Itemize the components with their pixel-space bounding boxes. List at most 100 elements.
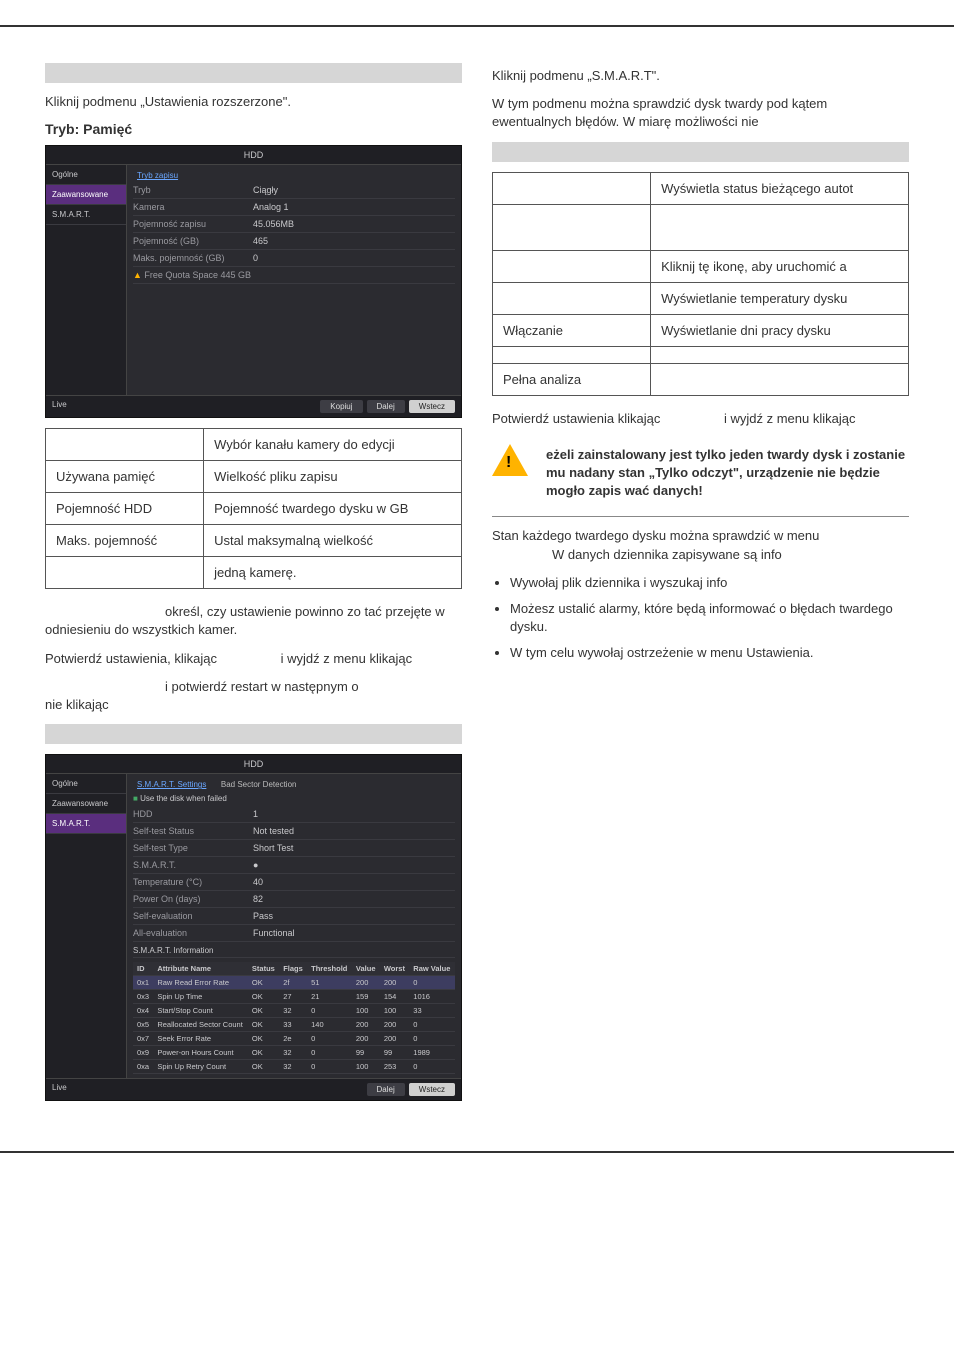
smart-header: Value — [352, 962, 380, 976]
smart-cell: 0 — [409, 976, 455, 990]
smart-cell: Spin Up Time — [153, 990, 248, 1004]
smart-cell: OK — [248, 990, 279, 1004]
smart-header: Raw Value — [409, 962, 455, 976]
smart-row[interactable]: 0x9Power-on Hours CountOK32099991989 — [133, 1046, 455, 1060]
redacted-bar — [45, 63, 462, 83]
ss2-i6l: Self-evaluation — [133, 911, 253, 921]
smart-cell: 0 — [409, 1060, 455, 1074]
t1-r1-l: Używana pamięć — [46, 461, 204, 493]
smart-cell: Spin Up Retry Count — [153, 1060, 248, 1074]
ss2-i5v: 82 — [253, 894, 455, 904]
ss2-tab-smart[interactable]: S.M.A.R.T. Settings — [133, 778, 210, 791]
left-p2: Potwierdź ustawienia, klikając i wyjdź z… — [45, 650, 462, 668]
smart-header: Worst — [380, 962, 409, 976]
smart-row[interactable]: 0x5Reallocated Sector CountOK33140200200… — [133, 1018, 455, 1032]
smart-cell: 200 — [380, 976, 409, 990]
smart-cell: 200 — [352, 1032, 380, 1046]
ss1-side-zaawansowane[interactable]: Zaawansowane — [46, 185, 126, 205]
rt-r1-v — [651, 204, 909, 250]
smart-header: Status — [248, 962, 279, 976]
rt-r4-l: Włączanie — [493, 314, 651, 346]
smart-cell: 159 — [352, 990, 380, 1004]
ss1-row4-v[interactable]: 0 — [253, 253, 455, 263]
smart-cell: OK — [248, 1046, 279, 1060]
left-p2a: Potwierdź ustawienia, klikając — [45, 651, 217, 666]
ss2-tab-badsector[interactable]: Bad Sector Detection — [213, 780, 297, 789]
ss1-row1-v[interactable]: Analog 1 — [253, 202, 455, 212]
smart-cell: 0 — [409, 1032, 455, 1046]
right-p1b: i wyjdź z menu klikając — [664, 411, 856, 426]
ss2-i3l: S.M.A.R.T. — [133, 860, 253, 870]
ss2-i3v[interactable]: ● — [253, 860, 455, 870]
left-p2b: i wyjdź z menu klikając — [221, 651, 413, 666]
rt-r3-l — [493, 282, 651, 314]
ss1-row0-v[interactable]: Ciągły — [253, 185, 455, 195]
ss1-live[interactable]: Live — [52, 400, 67, 413]
t1-r2-l: Pojemność HDD — [46, 493, 204, 525]
ss2-side-smart[interactable]: S.M.A.R.T. — [46, 814, 126, 834]
smart-header: Threshold — [307, 962, 352, 976]
right-bul3: W tym celu wywołaj ostrzeżenie w menu Us… — [510, 644, 909, 662]
smart-cell: 99 — [380, 1046, 409, 1060]
smart-cell: 140 — [307, 1018, 352, 1032]
ss2-i2v[interactable]: Short Test — [253, 843, 455, 853]
ss2-btn-dalej[interactable]: Dalej — [367, 1083, 405, 1096]
smart-cell: 1989 — [409, 1046, 455, 1060]
smart-row[interactable]: 0x3Spin Up TimeOK27211591541016 — [133, 990, 455, 1004]
t1-r0-v: Wybór kanału kamery do edycji — [204, 429, 462, 461]
warning-text: eżeli zainstalowany jest tylko jeden twa… — [540, 444, 909, 501]
right-p1: Potwierdź ustawienia klikając i wyjdź z … — [492, 410, 909, 428]
left-intro: Kliknij podmenu „Ustawienia rozszerzone"… — [45, 93, 462, 111]
smart-cell: 0 — [307, 1046, 352, 1060]
smart-params-table: Wyświetla status bieżącego autot Kliknij… — [492, 172, 909, 396]
smart-cell: 2e — [279, 1032, 307, 1046]
warning-box: eżeli zainstalowany jest tylko jeden twa… — [492, 444, 909, 501]
smart-cell: Start/Stop Count — [153, 1004, 248, 1018]
smart-row[interactable]: 0x4Start/Stop CountOK32010010033 — [133, 1004, 455, 1018]
smart-cell: 0xa — [133, 1060, 153, 1074]
smart-screenshot: HDD Ogólne Zaawansowane S.M.A.R.T. S.M.A… — [45, 754, 462, 1101]
ss2-i0v[interactable]: 1 — [253, 809, 455, 819]
ss1-row4-l: Maks. pojemność (GB) — [133, 253, 253, 263]
smart-cell: 32 — [279, 1060, 307, 1074]
ss1-btn-kopiuj[interactable]: Kopiuj — [320, 400, 362, 413]
smart-cell: Reallocated Sector Count — [153, 1018, 248, 1032]
ss1-row2-l: Pojemność zapisu — [133, 219, 253, 229]
ss1-row3-v: 465 — [253, 236, 455, 246]
smart-header: Flags — [279, 962, 307, 976]
smart-cell: 200 — [380, 1032, 409, 1046]
ss2-i4l: Temperature (°C) — [133, 877, 253, 887]
ss1-btn-wstecz[interactable]: Wstecz — [409, 400, 455, 413]
smart-cell: OK — [248, 1018, 279, 1032]
rt-r1-l — [493, 204, 651, 250]
rt-r5-l — [493, 346, 651, 363]
ss1-side-smart[interactable]: S.M.A.R.T. — [46, 205, 126, 225]
ss1-title: HDD — [46, 146, 461, 165]
smart-cell: 99 — [352, 1046, 380, 1060]
smart-cell: 200 — [352, 976, 380, 990]
smart-cell: 0x9 — [133, 1046, 153, 1060]
ss2-side-zaawansowane[interactable]: Zaawansowane — [46, 794, 126, 814]
smart-cell: OK — [248, 1032, 279, 1046]
ss1-side-ogolne[interactable]: Ogólne — [46, 165, 126, 185]
right-p2: Stan każdego twardego dysku można sprawd… — [492, 527, 909, 563]
ss2-checkbox[interactable]: Use the disk when failed — [133, 791, 455, 806]
ss2-live[interactable]: Live — [52, 1083, 67, 1096]
ss1-tab[interactable]: Tryb zapisu — [133, 169, 182, 182]
smart-row[interactable]: 0x7Seek Error RateOK2e02002000 — [133, 1032, 455, 1046]
ss2-i1l: Self-test Status — [133, 826, 253, 836]
smart-row[interactable]: 0xaSpin Up Retry CountOK3201002530 — [133, 1060, 455, 1074]
ss1-btn-dalej[interactable]: Dalej — [367, 400, 405, 413]
right-p2a: Stan każdego twardego dysku można sprawd… — [492, 528, 819, 543]
ss2-side-ogolne[interactable]: Ogólne — [46, 774, 126, 794]
smart-cell: 0x3 — [133, 990, 153, 1004]
right-p2b: W danych dziennika zapisywane są info — [492, 547, 782, 562]
t1-r2-v: Pojemność twardego dysku w GB — [204, 493, 462, 525]
t1-r0-l — [46, 429, 204, 461]
smart-cell: OK — [248, 1004, 279, 1018]
ss2-btn-wstecz[interactable]: Wstecz — [409, 1083, 455, 1096]
rt-r2-v: Kliknij tę ikonę, aby uruchomić a — [651, 250, 909, 282]
t1-r4-l — [46, 557, 204, 589]
smart-cell: 0 — [409, 1018, 455, 1032]
smart-row[interactable]: 0x1Raw Read Error RateOK2f512002000 — [133, 976, 455, 990]
